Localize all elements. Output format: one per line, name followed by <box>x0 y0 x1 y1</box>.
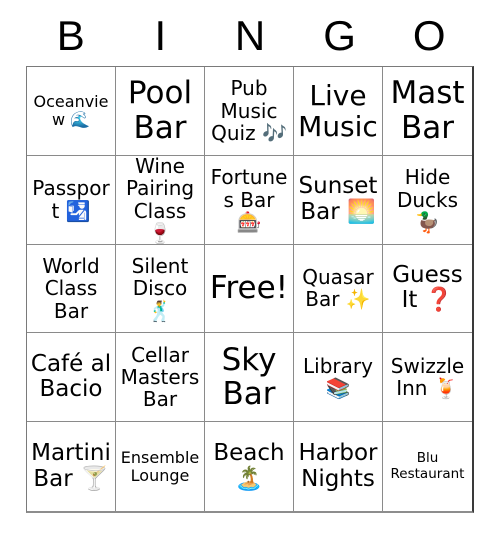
bingo-cell[interactable]: Live Music <box>294 67 383 156</box>
bingo-cell[interactable]: Ensemble Lounge <box>116 422 205 511</box>
bingo-cell-label: Café al Bacio <box>30 350 112 403</box>
bingo-cell[interactable]: Mast Bar <box>383 67 472 156</box>
bingo-cell-label: Wine Pairing Class 🍷 <box>125 155 195 245</box>
bingo-cell[interactable]: Harbor Nights <box>294 422 383 511</box>
bingo-cell[interactable]: Library 📚 <box>294 333 383 423</box>
bingo-cell-label: Blu Restaurant <box>390 450 465 482</box>
bingo-cell-label: World Class Bar <box>42 253 100 323</box>
header-letter-n: N <box>234 12 266 59</box>
bingo-cell-label: Library 📚 <box>303 353 373 401</box>
bingo-cell-label: Pub Music Quiz 🎶 <box>211 76 287 146</box>
bingo-cell[interactable]: Sky Bar <box>205 333 294 423</box>
header-letter-o: O <box>412 12 446 59</box>
bingo-cell[interactable]: Silent Disco 🕺 <box>116 244 205 334</box>
bingo-cell[interactable]: Fortunes Bar 🎰 <box>205 155 294 245</box>
bingo-cell[interactable]: Oceanview 🌊 <box>27 67 116 156</box>
bingo-cell-label: Free! <box>209 270 289 307</box>
bingo-cell[interactable]: Café al Bacio <box>27 333 116 423</box>
bingo-cell-label: Sunset Bar 🌅 <box>298 172 378 225</box>
bingo-cell[interactable]: Quasar Bar ✨ <box>294 244 383 334</box>
bingo-cell-label: Beach 🏝️ <box>213 439 285 492</box>
bingo-cell[interactable]: Pub Music Quiz 🎶 <box>205 67 294 156</box>
bingo-cell-label: Martini Bar 🍸 <box>31 439 111 492</box>
bingo-cell-label: Mast Bar <box>390 75 465 146</box>
bingo-cell[interactable]: Free! <box>205 244 294 334</box>
header-letter-b: B <box>56 12 85 59</box>
bingo-cell-label: Hide Ducks 🦆 <box>396 165 459 234</box>
header-letter-i: I <box>154 12 167 59</box>
bingo-cell-label: Fortunes Bar 🎰 <box>210 165 288 234</box>
bingo-cell[interactable]: Blu Restaurant <box>383 422 472 511</box>
bingo-cell-label: Quasar Bar ✨ <box>302 265 374 312</box>
bingo-cell-label: Harbor Nights <box>298 439 378 492</box>
bingo-cell[interactable]: Passport 🛂 <box>27 155 116 245</box>
bingo-card: B I N G O Oceanview 🌊 Pool Bar Pub Music Q… <box>0 0 500 544</box>
bingo-cell[interactable]: Cellar Masters Bar <box>116 333 205 423</box>
bingo-cell[interactable]: Guess It ❓ <box>383 244 472 334</box>
header-letter-g: G <box>323 12 356 59</box>
bingo-cell-label: Swizzle Inn 🍹 <box>390 353 465 401</box>
bingo-header: B I N G O <box>26 6 474 66</box>
bingo-cell-label: Cellar Masters Bar <box>120 342 200 412</box>
bingo-cell[interactable]: Swizzle Inn 🍹 <box>383 333 472 423</box>
bingo-cell[interactable]: Hide Ducks 🦆 <box>383 155 472 245</box>
bingo-cell-label: Passport 🛂 <box>32 176 110 223</box>
bingo-cell-label: Live Music <box>298 78 378 143</box>
bingo-cell[interactable]: World Class Bar <box>27 244 116 334</box>
bingo-cell-label: Pool Bar <box>127 75 193 146</box>
bingo-cell[interactable]: Pool Bar <box>116 67 205 156</box>
bingo-cell[interactable]: Wine Pairing Class 🍷 <box>116 155 205 245</box>
bingo-cell-label: Guess It ❓ <box>392 261 463 314</box>
bingo-cell-label: Ensemble Lounge <box>120 447 200 485</box>
bingo-cell[interactable]: Beach 🏝️ <box>205 422 294 511</box>
bingo-cell-label: Sky Bar <box>221 341 277 413</box>
bingo-grid: Oceanview 🌊 Pool Bar Pub Music Quiz 🎶 Live … <box>26 66 474 513</box>
bingo-cell[interactable]: Sunset Bar 🌅 <box>294 155 383 245</box>
bingo-cell[interactable]: Martini Bar 🍸 <box>27 422 116 511</box>
bingo-cell-label: Oceanview 🌊 <box>33 91 109 129</box>
bingo-cell-label: Silent Disco 🕺 <box>131 253 189 323</box>
